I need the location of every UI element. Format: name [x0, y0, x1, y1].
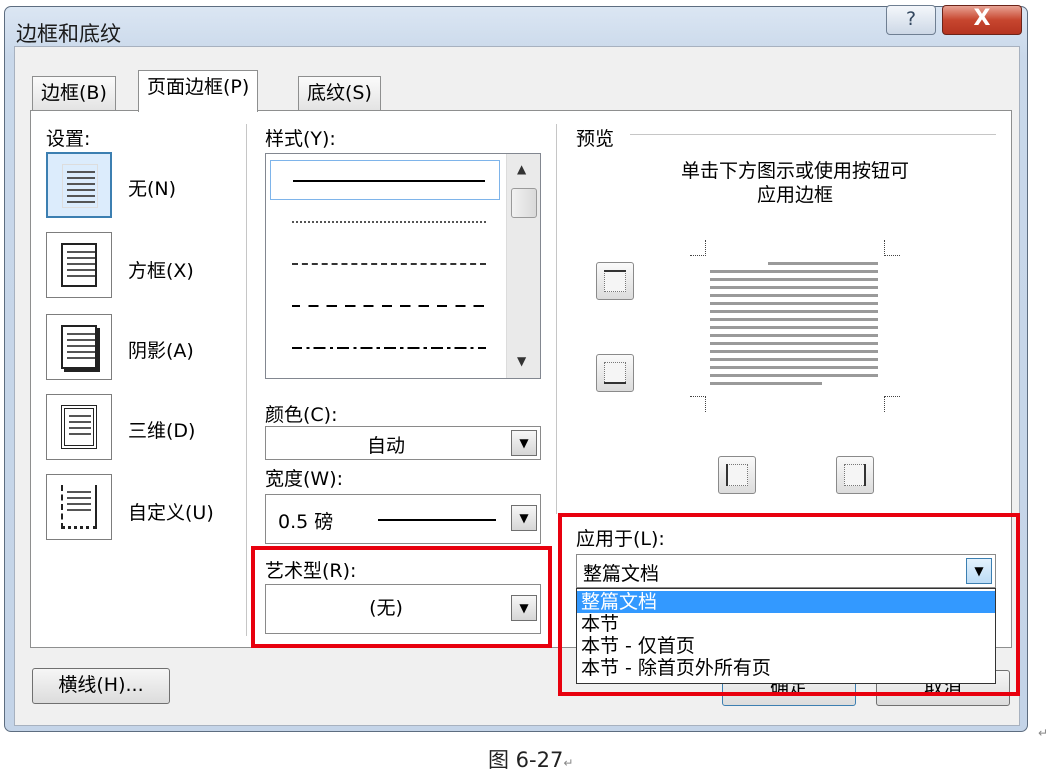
preview-hint-line1: 单击下方图示或使用按钮可	[680, 160, 909, 182]
style-item-dotted[interactable]	[270, 202, 500, 242]
style-item-fine-dash[interactable]	[270, 244, 500, 284]
bottom-border-icon	[604, 382, 626, 384]
chevron-down-icon[interactable]: ▼	[511, 430, 537, 456]
setting-custom-label[interactable]: 自定义(U)	[128, 498, 214, 525]
preview-separator	[630, 134, 996, 135]
chevron-down-icon[interactable]: ▼	[511, 505, 537, 531]
highlight-box-apply-to	[558, 513, 1020, 696]
paragraph-mark-icon: ↵	[563, 756, 574, 770]
scroll-thumb[interactable]	[511, 188, 537, 218]
style-label: 样式(Y):	[265, 128, 336, 150]
left-border-icon	[726, 464, 728, 486]
figure-caption: 图 6-27↵	[488, 744, 573, 774]
setting-none-icon[interactable]	[46, 152, 112, 218]
width-value: 0.5 磅	[278, 511, 334, 533]
bottom-border-button[interactable]	[596, 354, 634, 392]
color-value: 自动	[366, 435, 405, 457]
color-label: 颜色(C):	[265, 404, 338, 426]
width-line-sample	[378, 519, 496, 521]
setting-3d-label[interactable]: 三维(D)	[128, 416, 195, 443]
settings-label: 设置:	[46, 128, 91, 150]
style-list[interactable]: ▲ ▼	[265, 153, 541, 379]
help-button[interactable]: ?	[886, 5, 936, 35]
preview-label: 预览	[576, 128, 615, 150]
figure-caption-text: 图 6-27	[488, 748, 564, 772]
left-border-button[interactable]	[718, 456, 756, 494]
preview-page[interactable]	[690, 240, 900, 412]
tab-page-border[interactable]: 页面边框(P)	[138, 70, 259, 112]
divider-left	[246, 124, 247, 636]
style-item-solid[interactable]	[270, 160, 500, 200]
divider-right	[556, 124, 557, 514]
setting-box-label[interactable]: 方框(X)	[128, 256, 194, 283]
horizontal-line-button[interactable]: 横线(H)...	[32, 668, 170, 704]
setting-shadow-label[interactable]: 阴影(A)	[128, 336, 194, 363]
right-border-button[interactable]	[836, 456, 874, 494]
setting-none-label[interactable]: 无(N)	[128, 174, 176, 201]
scroll-up-icon[interactable]: ▲	[517, 162, 526, 176]
dialog-title: 边框和底纹	[16, 22, 121, 46]
highlight-box-art	[251, 546, 552, 648]
paragraph-mark-icon: ↵	[1038, 726, 1049, 740]
close-button[interactable]: X	[942, 5, 1022, 35]
tab-borders[interactable]: 边框(B)	[32, 76, 116, 110]
right-border-icon	[864, 464, 866, 486]
top-border-icon	[604, 270, 626, 272]
setting-3d-icon[interactable]	[46, 394, 112, 460]
style-item-dash-dot[interactable]	[270, 328, 500, 368]
width-select[interactable]: 0.5 磅 ▼	[265, 494, 541, 544]
width-label: 宽度(W):	[265, 468, 344, 490]
style-list-scrollbar[interactable]: ▲ ▼	[506, 154, 540, 378]
scroll-down-icon[interactable]: ▼	[517, 354, 526, 368]
style-item-dash[interactable]	[270, 286, 500, 326]
preview-hint-line2: 应用边框	[756, 184, 833, 206]
tab-shading[interactable]: 底纹(S)	[298, 76, 381, 110]
top-border-button[interactable]	[596, 262, 634, 300]
setting-box-icon[interactable]	[46, 232, 112, 298]
setting-custom-icon[interactable]	[46, 474, 112, 540]
color-select[interactable]: 自动 ▼	[265, 426, 541, 460]
setting-shadow-icon[interactable]	[46, 314, 112, 380]
